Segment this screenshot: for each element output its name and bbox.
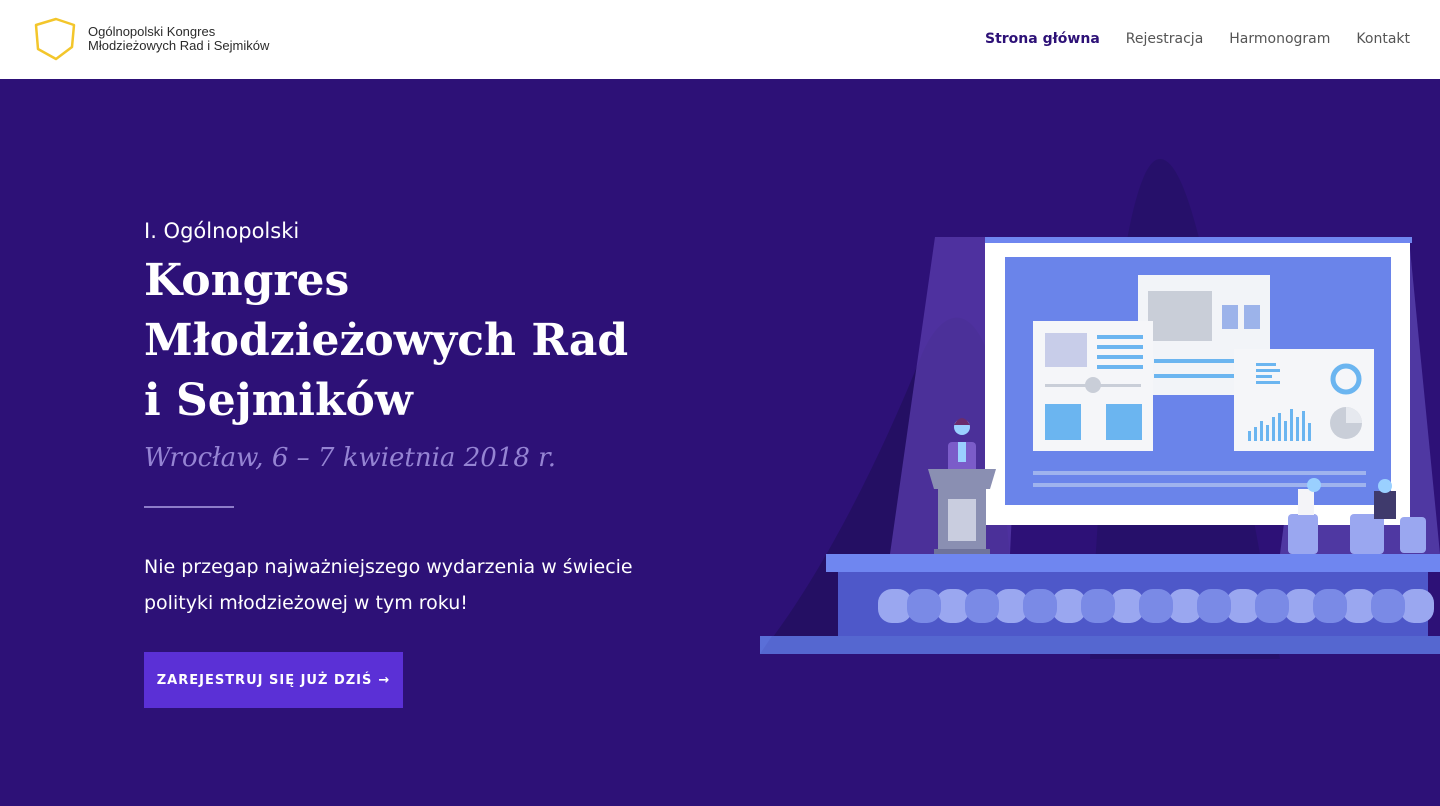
stage-top	[826, 554, 1440, 572]
register-button-label: ZAREJESTRUJ SIĘ JUŻ DZIŚ	[156, 672, 373, 688]
nav-item-registration[interactable]: Rejestracja	[1126, 29, 1204, 49]
logo-line1: Ogólnopolski Kongres	[88, 24, 216, 39]
arrow-right-icon: →	[378, 672, 391, 688]
hero-lead: Nie przegap najważniejszego wydarzenia w…	[144, 556, 633, 614]
conference-illustration	[760, 159, 1440, 659]
slide-card-back-box2	[1244, 305, 1260, 329]
logo-text: Ogólnopolski Kongres Młodzieżowych Rad i…	[88, 25, 269, 53]
lectern	[928, 469, 996, 555]
slide-card-front-img	[1045, 333, 1087, 367]
shield-logo-icon	[34, 17, 76, 61]
nav-item-contact[interactable]: Kontakt	[1356, 29, 1410, 49]
hero-title: Kongres Młodzieżowych Rad i Sejmików	[144, 251, 664, 431]
slide-card-front-box2	[1106, 404, 1142, 440]
slide-card-back-box1	[1222, 305, 1238, 329]
slide-card-front-box1	[1045, 404, 1081, 440]
hero-date: Wrocław, 6 – 7 kwietnia 2018 r.	[144, 443, 556, 473]
logo-link[interactable]: Ogólnopolski Kongres Młodzieżowych Rad i…	[32, 17, 269, 61]
register-button[interactable]: ZAREJESTRUJ SIĘ JUŻ DZIŚ →	[144, 652, 403, 708]
hero-title-line-2: Młodzieżowych Rad	[144, 315, 629, 366]
hero-divider	[144, 506, 234, 508]
hero-title-line-1: Kongres	[144, 255, 350, 306]
nav-item-home[interactable]: Strona główna	[985, 29, 1100, 49]
slide-card-back-img	[1148, 291, 1212, 341]
site-header: Ogólnopolski Kongres Młodzieżowych Rad i…	[0, 0, 1440, 79]
projector-top-bar	[985, 237, 1412, 243]
hero-pre-title: I. Ogólnopolski	[144, 219, 300, 243]
hero-section: I. Ogólnopolski Kongres Młodzieżowych Ra…	[0, 79, 1440, 806]
chair-row-back	[907, 589, 1405, 623]
main-nav: Strona główna Rejestracja Harmonogram Ko…	[985, 29, 1410, 49]
hero-title-line-3: i Sejmików	[144, 375, 413, 426]
logo-line2: Młodzieżowych Rad i Sejmików	[88, 38, 270, 53]
nav-item-schedule[interactable]: Harmonogram	[1229, 29, 1330, 49]
